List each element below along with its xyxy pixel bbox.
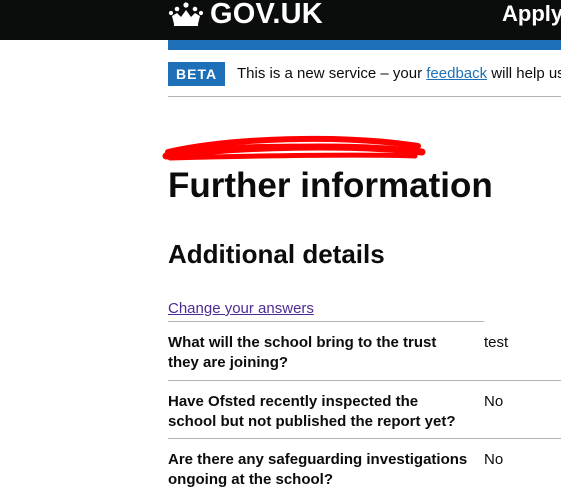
summary-list-top-border <box>168 321 484 322</box>
govuk-header: GOV.UK Apply <box>0 0 561 40</box>
summary-value: No <box>484 451 504 468</box>
phase-tag: BETA <box>168 62 226 86</box>
summary-key: What will the school bring to the trust … <box>168 334 437 371</box>
service-name-link[interactable]: Apply <box>502 0 561 28</box>
feedback-link[interactable]: feedback <box>426 65 487 82</box>
summary-key: Are there any safeguarding investigation… <box>168 451 468 488</box>
change-answers-link[interactable]: Change your answers <box>168 299 314 319</box>
govuk-logo-text: GOV.UK <box>210 0 323 30</box>
phase-text-before: This is a new service – your <box>237 65 427 82</box>
phase-banner-text: This is a new service – your feedback wi… <box>237 62 561 86</box>
crown-icon <box>168 2 204 26</box>
header-blue-bar <box>168 40 561 50</box>
summary-value: test <box>484 334 509 351</box>
page-title: Further information <box>168 166 493 205</box>
summary-row: What will the school bring to the trust … <box>168 333 561 381</box>
summary-row: Have Ofsted recently inspected the schoo… <box>168 392 561 439</box>
summary-key: Have Ofsted recently inspected the schoo… <box>168 393 456 430</box>
phase-text-after: will help us <box>487 65 561 82</box>
phase-banner: BETA This is a new service – your feedba… <box>168 60 561 97</box>
summary-row: Are there any safeguarding investigation… <box>168 450 561 490</box>
govuk-logo-link[interactable]: GOV.UK <box>168 0 323 30</box>
section-title: Additional details <box>168 239 385 269</box>
summary-value: No <box>484 393 504 410</box>
